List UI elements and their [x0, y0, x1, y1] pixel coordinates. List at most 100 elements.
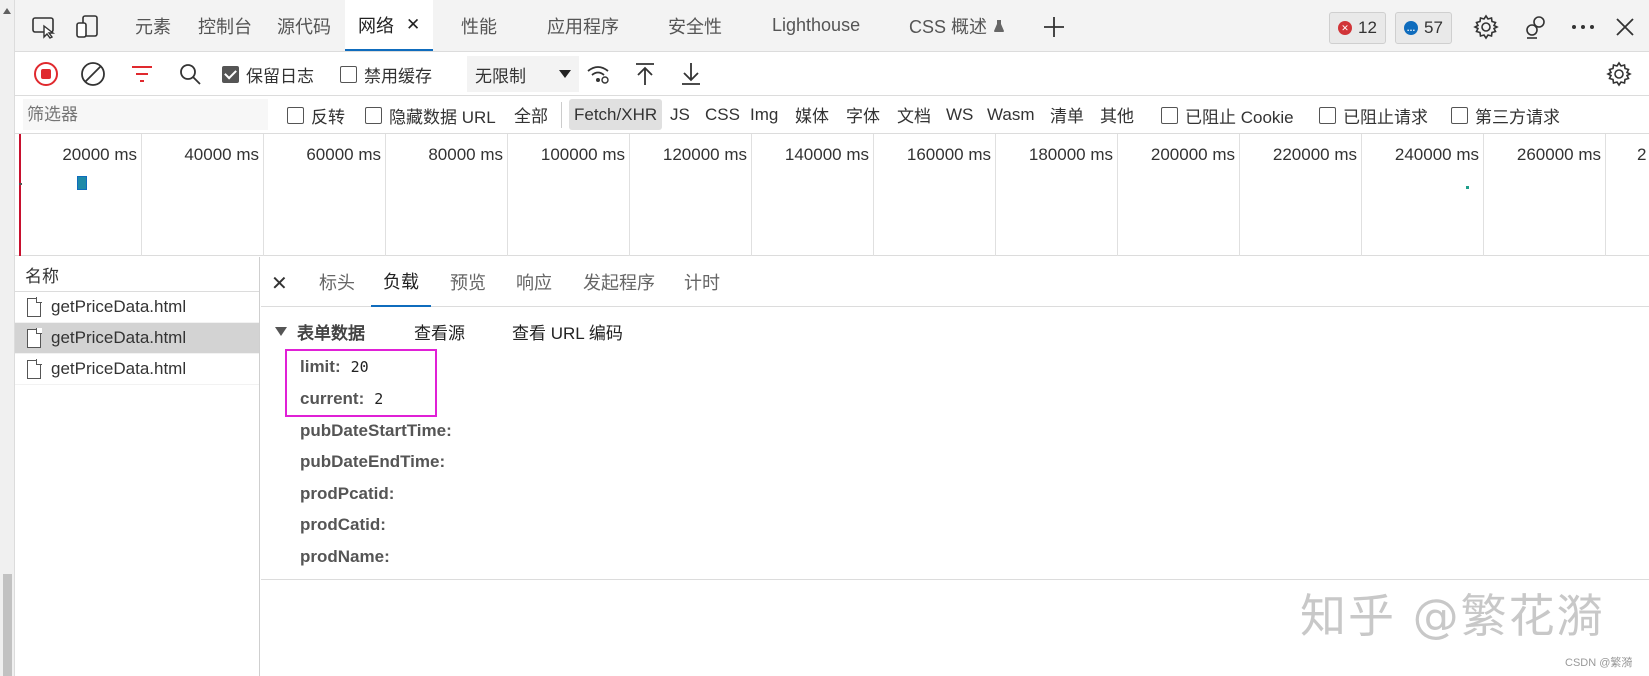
form-data-section-toggle[interactable]: 表单数据: [275, 319, 365, 344]
tab-initiator[interactable]: 发起程序: [583, 257, 655, 307]
form-field: prodCatid:: [300, 515, 396, 535]
more-options-icon[interactable]: [1568, 12, 1598, 42]
checkbox-unchecked-icon[interactable]: [1451, 106, 1468, 124]
field-key: prodName:: [300, 547, 390, 566]
tab-close-icon[interactable]: ✕: [406, 15, 420, 35]
hide-data-urls-checkbox[interactable]: 隐藏数据 URL: [365, 96, 496, 134]
checkbox-checked-icon[interactable]: [222, 65, 239, 83]
invert-checkbox[interactable]: 反转: [287, 96, 345, 134]
tab-timing[interactable]: 计时: [684, 257, 720, 307]
field-key: prodPcatid:: [300, 484, 395, 503]
request-row[interactable]: getPriceData.html: [15, 292, 259, 323]
view-source-link[interactable]: 查看源: [414, 319, 465, 344]
tab-console[interactable]: 控制台: [198, 0, 252, 51]
filter-type-css[interactable]: CSS: [700, 99, 745, 130]
form-field: pubDateEndTime:: [300, 452, 455, 472]
disable-cache-checkbox[interactable]: 禁用缓存: [340, 59, 432, 89]
timeline-overview[interactable]: 20000 ms 40000 ms 60000 ms 80000 ms 1000…: [15, 134, 1649, 256]
blocked-cookies-checkbox[interactable]: 已阻止 Cookie: [1161, 96, 1294, 134]
clear-icon[interactable]: [78, 59, 108, 89]
filter-type-wasm[interactable]: Wasm: [982, 99, 1040, 130]
message-icon: …: [1404, 21, 1418, 35]
view-url-encoded-link[interactable]: 查看 URL 编码: [512, 319, 623, 344]
export-har-download-icon[interactable]: [676, 59, 706, 89]
timeline-tick: [263, 134, 264, 256]
filter-type-font[interactable]: 字体: [841, 99, 885, 130]
request-bar: [19, 183, 22, 185]
tab-css-overview[interactable]: CSS 概述: [909, 0, 1005, 51]
filter-type-ws[interactable]: WS: [941, 99, 978, 130]
filter-type-js[interactable]: JS: [665, 99, 695, 130]
filter-type-manifest[interactable]: 清单: [1045, 99, 1089, 130]
filter-type-fetch-xhr[interactable]: Fetch/XHR: [569, 99, 663, 130]
scrollbar-thumb[interactable]: [3, 574, 12, 676]
checkbox-unchecked-icon[interactable]: [1161, 106, 1178, 124]
blocked-requests-checkbox[interactable]: 已阻止请求: [1319, 96, 1428, 134]
close-detail-icon[interactable]: ✕: [271, 271, 288, 296]
tab-headers[interactable]: 标头: [319, 257, 355, 307]
tab-response[interactable]: 响应: [516, 257, 552, 307]
filter-type-media[interactable]: 媒体: [790, 99, 834, 130]
timeline-tick-label: 260000 ms: [1516, 145, 1601, 164]
highlight-annotation-box: [285, 349, 437, 417]
checkbox-unchecked-icon[interactable]: [1319, 106, 1336, 124]
request-row-selected[interactable]: getPriceData.html: [15, 323, 259, 354]
filter-input[interactable]: [23, 99, 268, 130]
checkbox-unchecked-icon[interactable]: [340, 65, 357, 83]
network-conditions-wifi-icon[interactable]: [583, 59, 613, 89]
throttling-select[interactable]: 无限制: [467, 56, 579, 92]
timeline-tick-label: 140000 ms: [784, 145, 869, 164]
tab-security[interactable]: 安全性: [668, 0, 722, 51]
more-tabs-plus-icon[interactable]: [1039, 12, 1069, 42]
request-row[interactable]: getPriceData.html: [15, 354, 259, 385]
timeline-tick-label: 2: [1637, 145, 1647, 164]
filter-type-img[interactable]: Img: [745, 99, 783, 130]
filter-icon[interactable]: [127, 59, 157, 89]
close-devtools-icon[interactable]: [1610, 12, 1640, 42]
field-key: prodCatid:: [300, 515, 386, 534]
filter-type-doc[interactable]: 文档: [892, 99, 936, 130]
tab-lighthouse[interactable]: Lighthouse: [772, 0, 860, 51]
timeline-tick-label: 240000 ms: [1394, 145, 1479, 164]
name-column-header[interactable]: 名称: [15, 257, 259, 292]
checkbox-unchecked-icon[interactable]: [287, 106, 304, 124]
network-settings-gear-icon[interactable]: [1604, 59, 1634, 89]
experimental-flask-icon: [994, 19, 1005, 32]
left-scrollbar[interactable]: [0, 0, 15, 676]
document-icon: [27, 328, 42, 348]
request-list: 名称 getPriceData.html getPriceData.html g…: [15, 257, 260, 676]
expand-triangle-icon: [275, 327, 287, 336]
timeline-tick-label: 100000 ms: [540, 145, 625, 164]
search-icon[interactable]: [175, 59, 205, 89]
devtools-tab-bar: 元素 控制台 源代码 网络 ✕ 性能 应用程序 安全性 Lighthouse CS…: [15, 0, 1649, 52]
third-party-checkbox[interactable]: 第三方请求: [1451, 96, 1560, 134]
checkbox-unchecked-icon[interactable]: [365, 106, 382, 124]
timeline-tick: [141, 134, 142, 256]
tab-application[interactable]: 应用程序: [547, 0, 619, 51]
tab-performance[interactable]: 性能: [461, 0, 497, 51]
device-emulation-icon[interactable]: [73, 12, 103, 42]
message-count-badge[interactable]: … 57: [1395, 12, 1452, 44]
import-har-upload-icon[interactable]: [630, 59, 660, 89]
settings-gear-icon[interactable]: [1471, 12, 1501, 42]
tab-network[interactable]: 网络 ✕: [345, 0, 434, 51]
tab-payload[interactable]: 负载: [371, 257, 431, 307]
tab-preview[interactable]: 预览: [450, 257, 486, 307]
scroll-up-arrow-icon[interactable]: [3, 8, 11, 14]
feedback-icon[interactable]: [1521, 12, 1551, 42]
timeline-start-marker: [19, 134, 21, 256]
tab-sources[interactable]: 源代码: [277, 0, 331, 51]
error-count-badge[interactable]: ✕ 12: [1329, 12, 1386, 44]
timeline-tick-label: 40000 ms: [184, 145, 259, 164]
timeline-tick-label: 80000 ms: [428, 145, 503, 164]
form-field: prodPcatid:: [300, 484, 404, 504]
tab-elements[interactable]: 元素: [135, 0, 171, 51]
filter-type-all[interactable]: 全部: [509, 99, 553, 130]
timeline-tick-label: 180000 ms: [1028, 145, 1113, 164]
timeline-tick-label: 160000 ms: [906, 145, 991, 164]
filter-type-other[interactable]: 其他: [1095, 99, 1139, 130]
section-title: 表单数据: [297, 324, 365, 343]
preserve-log-checkbox[interactable]: 保留日志: [222, 59, 314, 89]
stop-recording-icon[interactable]: [31, 59, 61, 89]
inspect-element-icon[interactable]: [29, 12, 59, 42]
